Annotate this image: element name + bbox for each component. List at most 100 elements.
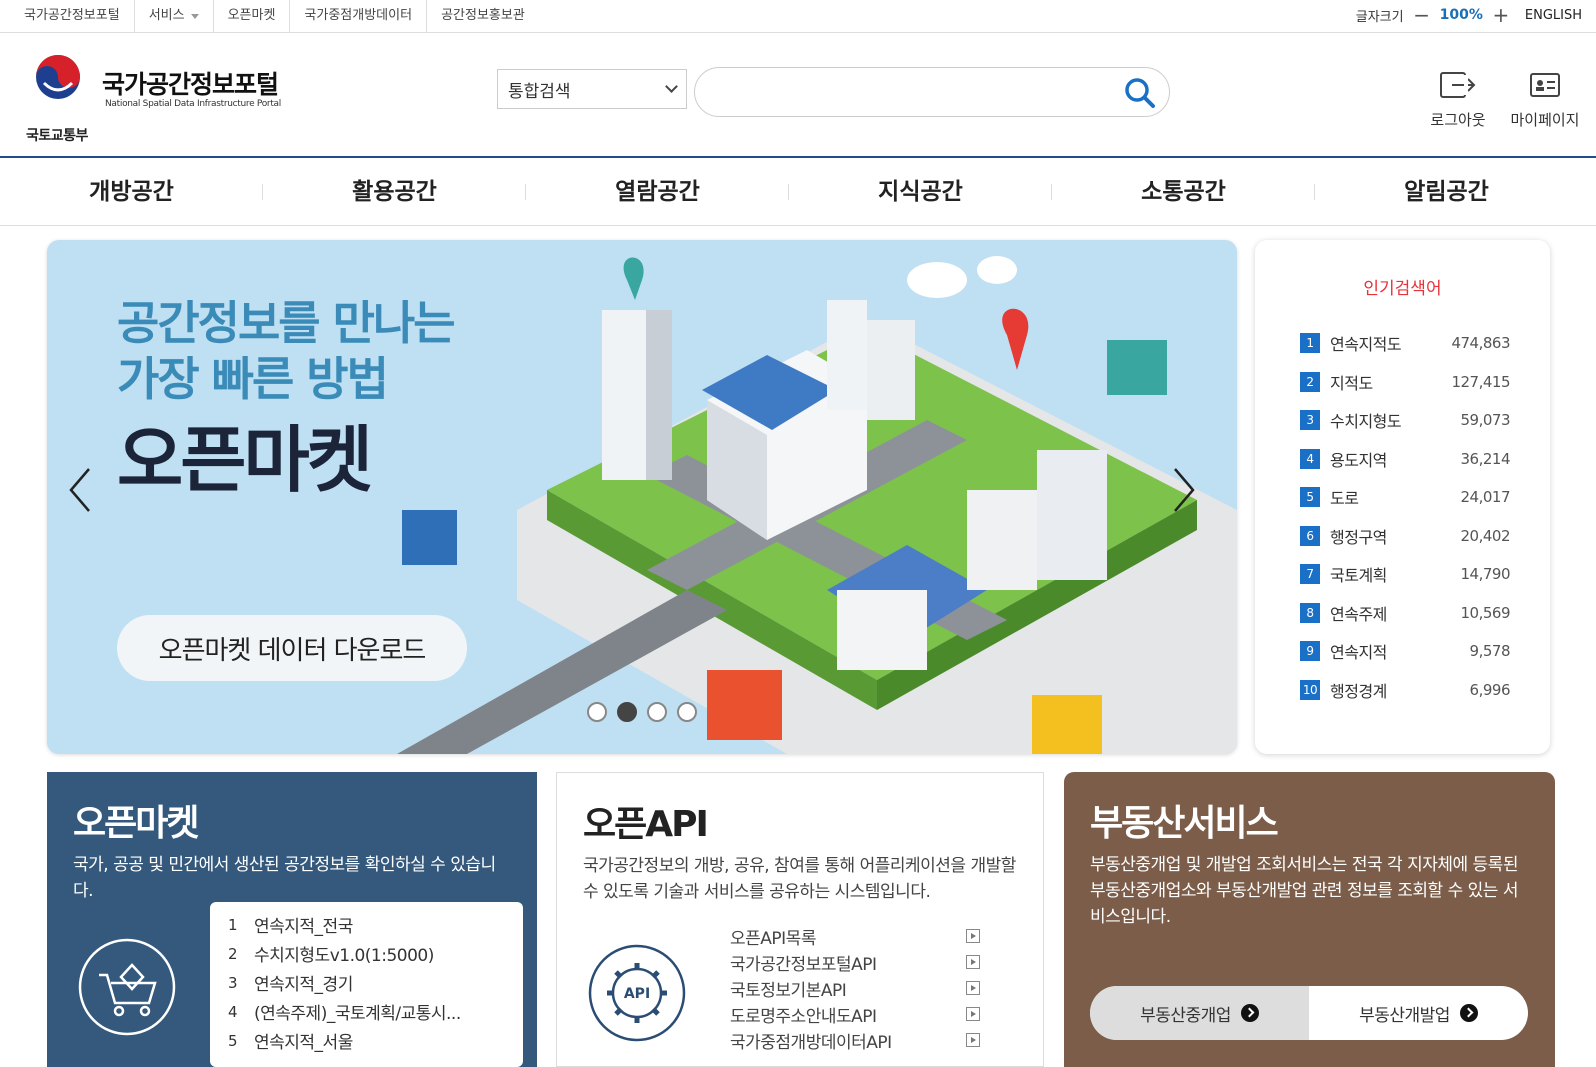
openapi-item[interactable]: 국가공간정보포털API <box>730 949 980 975</box>
gnb-item-community-space[interactable]: 소통공간 <box>1052 158 1315 226</box>
banner-headline: 공간정보를 만나는 가장 빠른 방법 <box>117 295 456 407</box>
keyword-item[interactable]: 10 행정경계 6,996 <box>1300 671 1511 710</box>
keyword-name: 도로 <box>1330 489 1359 509</box>
openmarket-item[interactable]: 3 연속지적_경기 <box>228 968 505 997</box>
shopping-cart-icon <box>78 938 176 1036</box>
gnb-item-open-space[interactable]: 개방공간 <box>0 158 263 226</box>
keyword-name: 수치지형도 <box>1330 412 1402 432</box>
openmarket-item[interactable]: 5 연속지적_서울 <box>228 1026 505 1055</box>
openmarket-title[interactable]: 오픈마켓 <box>73 794 199 846</box>
keyword-rank: 4 <box>1300 448 1320 469</box>
openmarket-item[interactable]: 2 수치지형도v1.0(1:5000) <box>228 939 505 968</box>
realestate-title[interactable]: 부동산서비스 <box>1090 794 1279 846</box>
gnb-item-notice-space[interactable]: 알림공간 <box>1315 158 1578 226</box>
search-icon[interactable] <box>1123 76 1157 110</box>
openmarket-item[interactable]: 1 연속지적_전국 <box>228 910 505 939</box>
keyword-rank: 2 <box>1300 371 1320 392</box>
openmarket-item-number: 3 <box>228 973 238 992</box>
banner-main-title: 오픈마켓 <box>117 418 373 502</box>
utility-link-open-data[interactable]: 국가중점개방데이터 <box>290 0 428 32</box>
keyword-count: 6,996 <box>1469 680 1511 699</box>
openmarket-download-button[interactable]: 오픈마켓 데이터 다운로드 <box>117 615 467 681</box>
portal-subtitle: National Spatial Data Infrastructure Por… <box>105 99 281 109</box>
keyword-count: 10,569 <box>1460 603 1511 622</box>
openapi-item-label: 오픈API목록 <box>730 928 816 949</box>
gnb-item-view-space[interactable]: 열람공간 <box>526 158 789 226</box>
keyword-count: 474,863 <box>1451 334 1510 353</box>
font-size-label: 글자크기 <box>1355 9 1404 25</box>
main-navigation: 개방공간 활용공간 열람공간 지식공간 소통공간 알림공간 <box>0 158 1596 226</box>
play-icon <box>966 929 980 943</box>
search-scope-select[interactable]: 통합검색 <box>497 69 687 109</box>
realestate-desc: 부동산중개업 및 개발업 조회서비스는 전국 각 지자체에 등록된 부동산중개업… <box>1090 855 1518 927</box>
keyword-rank: 1 <box>1300 333 1320 354</box>
font-increase-button[interactable]: + <box>1491 5 1511 25</box>
next-slide-arrow-icon[interactable] <box>1169 465 1199 515</box>
logout-button[interactable]: 로그아웃 <box>1418 69 1498 130</box>
openmarket-item-number: 4 <box>228 1002 238 1021</box>
font-decrease-button[interactable]: − <box>1412 5 1432 25</box>
slide-dot-2[interactable] <box>617 702 637 722</box>
font-size-value: 100% <box>1439 7 1483 23</box>
english-link[interactable]: ENGLISH <box>1525 8 1582 23</box>
openmarket-item-label: (연속주제)_국토계획/교통시... <box>254 1004 461 1024</box>
slide-dot-3[interactable] <box>647 702 667 722</box>
header: 국토교통부 국가공간정보포털 National Spatial Data Inf… <box>0 33 1596 158</box>
keyword-count: 9,578 <box>1469 642 1511 661</box>
keyword-item[interactable]: 6 행정구역 20,402 <box>1300 517 1510 556</box>
utility-link-promotion[interactable]: 공간정보홍보관 <box>427 0 539 32</box>
slide-indicators <box>587 702 697 722</box>
keyword-rank: 7 <box>1300 564 1320 585</box>
openapi-item[interactable]: 오픈API목록 <box>730 923 980 949</box>
keyword-item[interactable]: 9 연속지적 9,578 <box>1300 632 1511 671</box>
openmarket-item-label: 연속지적_전국 <box>254 917 353 937</box>
openapi-item[interactable]: 도로명주소안내도API <box>730 1001 980 1027</box>
search-input[interactable] <box>715 68 1115 114</box>
keyword-item[interactable]: 5 도로 24,017 <box>1300 478 1510 517</box>
development-button[interactable]: 부동산개발업 <box>1309 986 1528 1040</box>
slide-dot-1[interactable] <box>587 702 607 722</box>
keyword-name: 연속지적 <box>1330 643 1387 663</box>
main-banner: 공간정보를 만나는 가장 빠른 방법 오픈마켓 오픈마켓 데이터 다운로드 <box>47 240 1237 754</box>
ministry-name: 국토교통부 <box>26 128 88 144</box>
keyword-item[interactable]: 7 국토계획 14,790 <box>1300 555 1510 594</box>
prev-slide-arrow-icon[interactable] <box>65 465 95 515</box>
search-scope-value: 통합검색 <box>508 81 571 102</box>
slide-dot-4[interactable] <box>677 702 697 722</box>
keyword-item[interactable]: 3 수치지형도 59,073 <box>1300 401 1510 440</box>
keyword-rank: 10 <box>1300 679 1320 700</box>
openmarket-item[interactable]: 4 (연속주제)_국토계획/교통시... <box>228 997 505 1026</box>
mypage-button[interactable]: 마이페이지 <box>1505 69 1585 130</box>
keyword-name: 연속지적도 <box>1330 335 1402 355</box>
taegeuk-logo-icon <box>36 55 80 99</box>
utility-link-service[interactable]: 서비스 <box>135 0 214 32</box>
api-gear-icon: API <box>588 944 686 1042</box>
utility-link-openmarket[interactable]: 오픈마켓 <box>214 0 291 32</box>
svg-text:API: API <box>624 986 650 1002</box>
keyword-count: 59,073 <box>1460 411 1511 430</box>
brokerage-button[interactable]: 부동산중개업 <box>1090 986 1309 1040</box>
openapi-item[interactable]: 국토정보기본API <box>730 975 980 1001</box>
brokerage-label: 부동산중개업 <box>1140 1005 1231 1026</box>
popular-keywords-title: 인기검색어 <box>1363 279 1442 299</box>
utility-link-portal[interactable]: 국가공간정보포털 <box>10 0 135 32</box>
openmarket-item-label: 연속지적_경기 <box>254 975 353 995</box>
keyword-item[interactable]: 4 용도지역 36,214 <box>1300 440 1510 479</box>
keyword-item[interactable]: 2 지적도 127,415 <box>1300 363 1510 402</box>
openmarket-item-number: 2 <box>228 944 238 963</box>
gnb-item-use-space[interactable]: 활용공간 <box>263 158 526 226</box>
openapi-title[interactable]: 오픈API <box>583 795 709 847</box>
site-logo[interactable]: 국토교통부 국가공간정보포털 National Spatial Data Inf… <box>22 51 282 144</box>
keyword-rank: 9 <box>1300 641 1320 662</box>
keyword-name: 행정구역 <box>1330 527 1387 547</box>
play-icon <box>966 1007 980 1021</box>
gnb-item-knowledge-space[interactable]: 지식공간 <box>789 158 1052 226</box>
openapi-item-label: 도로명주소안내도API <box>730 1006 877 1027</box>
search-box <box>694 67 1170 117</box>
openmarket-item-label: 수치지형도v1.0(1:5000) <box>254 946 434 966</box>
keyword-item[interactable]: 8 연속주제 10,569 <box>1300 594 1510 633</box>
keyword-item[interactable]: 1 연속지적도 474,863 <box>1300 324 1510 363</box>
openapi-item[interactable]: 국가중점개방데이터API <box>730 1027 980 1053</box>
id-card-icon <box>1530 73 1560 97</box>
keyword-rank: 5 <box>1300 487 1320 508</box>
